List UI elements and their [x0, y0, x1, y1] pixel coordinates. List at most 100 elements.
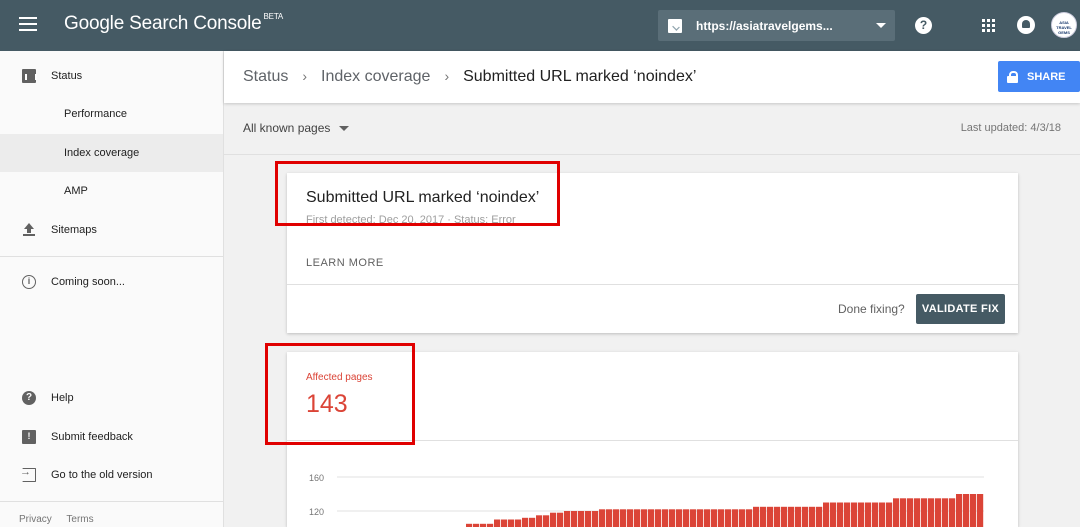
chart-bar[interactable]: [893, 498, 900, 527]
chart-bar[interactable]: [872, 502, 879, 527]
chart-bar[interactable]: [725, 509, 732, 527]
chart-bar[interactable]: [711, 509, 718, 527]
terms-link[interactable]: Terms: [66, 514, 93, 525]
chart-bar[interactable]: [914, 498, 921, 527]
chart-bar[interactable]: [648, 509, 655, 527]
chart-bar[interactable]: [662, 509, 669, 527]
chart-bar[interactable]: [592, 511, 599, 527]
help-icon[interactable]: ?: [915, 17, 932, 34]
chart-bar[interactable]: [529, 517, 536, 527]
app-logo[interactable]: Google Search Console BETA: [64, 12, 283, 35]
chart-bar[interactable]: [767, 506, 774, 527]
chart-bar[interactable]: [942, 498, 949, 527]
sidebar-item-submit-feedback[interactable]: ! Submit feedback: [0, 418, 223, 456]
sidebar-item-status[interactable]: Status: [0, 57, 223, 95]
chart-bar[interactable]: [571, 511, 578, 527]
sidebar-footer: Privacy Terms: [19, 514, 106, 525]
chart-bar[interactable]: [760, 506, 767, 527]
chart-bar[interactable]: [935, 498, 942, 527]
sidebar-item-coming-soon[interactable]: i Coming soon...: [0, 263, 223, 301]
chart-bar[interactable]: [753, 506, 760, 527]
chart-bar[interactable]: [557, 512, 564, 527]
chart-bar[interactable]: [781, 506, 788, 527]
sidebar-item-old-version[interactable]: Go to the old version: [0, 456, 223, 494]
property-url: https://asiatravelgems...: [696, 18, 833, 33]
chart-bar[interactable]: [837, 502, 844, 527]
chart-bar[interactable]: [739, 509, 746, 527]
chart-bar[interactable]: [921, 498, 928, 527]
pages-filter-dropdown[interactable]: All known pages: [243, 121, 350, 135]
chart-bar[interactable]: [585, 511, 592, 527]
chart-bar[interactable]: [900, 498, 907, 527]
chart-bar[interactable]: [949, 498, 956, 527]
chart-bar[interactable]: [613, 509, 620, 527]
chart-bar[interactable]: [599, 509, 606, 527]
chart-bar[interactable]: [823, 502, 830, 527]
sidebar-item-label: AMP: [64, 185, 88, 197]
chart-bar[interactable]: [669, 509, 676, 527]
sidebar-item-index-coverage[interactable]: Index coverage: [0, 134, 223, 172]
chart-bar[interactable]: [697, 509, 704, 527]
avatar[interactable]: ASIA TRAVEL GEMS: [1051, 12, 1077, 38]
chart-bar[interactable]: [704, 509, 711, 527]
chart-bar[interactable]: [515, 519, 522, 527]
learn-more-link[interactable]: LEARN MORE: [306, 257, 384, 269]
chart-bar[interactable]: [494, 519, 501, 527]
chart-bar[interactable]: [802, 506, 809, 527]
chart-bar[interactable]: [907, 498, 914, 527]
chart-bar[interactable]: [578, 511, 585, 527]
sidebar-item-label: Submit feedback: [51, 431, 133, 443]
sidebar-item-amp[interactable]: AMP: [0, 172, 223, 210]
chart-bar[interactable]: [501, 519, 508, 527]
chart-bar[interactable]: [816, 506, 823, 527]
sidebar-item-label: Status: [51, 70, 83, 82]
chart-bar[interactable]: [809, 506, 816, 527]
chart-bar[interactable]: [683, 509, 690, 527]
hamburger-menu-icon[interactable]: [19, 17, 37, 31]
chart-bar[interactable]: [690, 509, 697, 527]
chart-bar[interactable]: [774, 506, 781, 527]
chart-bar[interactable]: [928, 498, 935, 527]
chart-bar[interactable]: [865, 502, 872, 527]
apps-grid-icon[interactable]: [982, 19, 995, 32]
chart-bar[interactable]: [641, 509, 648, 527]
chart-bar[interactable]: [634, 509, 641, 527]
share-button[interactable]: SHARE: [998, 61, 1080, 92]
chart-bar[interactable]: [550, 512, 557, 527]
privacy-link[interactable]: Privacy: [19, 514, 52, 525]
chart-bar[interactable]: [970, 494, 977, 527]
chart-bar[interactable]: [879, 502, 886, 527]
breadcrumb-index-coverage[interactable]: Index coverage: [321, 68, 430, 85]
breadcrumb-status[interactable]: Status: [243, 68, 288, 85]
chart-bar[interactable]: [606, 509, 613, 527]
chart-bar[interactable]: [522, 517, 529, 527]
chart-bar[interactable]: [732, 509, 739, 527]
chart-bar[interactable]: [851, 502, 858, 527]
sidebar-item-sitemaps[interactable]: Sitemaps: [0, 211, 223, 249]
chart-bar[interactable]: [655, 509, 662, 527]
page-header: Status › Index coverage › Submitted URL mark…: [224, 51, 1080, 103]
chart-bar[interactable]: [508, 519, 515, 527]
chart-bar[interactable]: [963, 494, 970, 527]
chart-bar[interactable]: [620, 509, 627, 527]
sidebar-item-performance[interactable]: Performance: [0, 95, 223, 133]
chart-bar[interactable]: [564, 511, 571, 527]
chart-bar[interactable]: [788, 506, 795, 527]
chart-bar[interactable]: [543, 515, 550, 527]
notifications-icon[interactable]: [1017, 16, 1035, 34]
chart-bar[interactable]: [746, 509, 753, 527]
chart-bar[interactable]: [844, 502, 851, 527]
property-selector[interactable]: https://asiatravelgems...: [658, 10, 895, 41]
chart-bar[interactable]: [830, 502, 837, 527]
chart-bar[interactable]: [536, 515, 543, 527]
sidebar-item-help[interactable]: ? Help: [0, 379, 223, 417]
chart-bar[interactable]: [676, 509, 683, 527]
chart-bar[interactable]: [718, 509, 725, 527]
chart-bar[interactable]: [886, 502, 893, 527]
chart-bar[interactable]: [977, 494, 984, 527]
chart-bar[interactable]: [858, 502, 865, 527]
chart-bar[interactable]: [956, 494, 963, 527]
validate-fix-button[interactable]: VALIDATE FIX: [916, 294, 1005, 324]
chart-bar[interactable]: [627, 509, 634, 527]
chart-bar[interactable]: [795, 506, 802, 527]
